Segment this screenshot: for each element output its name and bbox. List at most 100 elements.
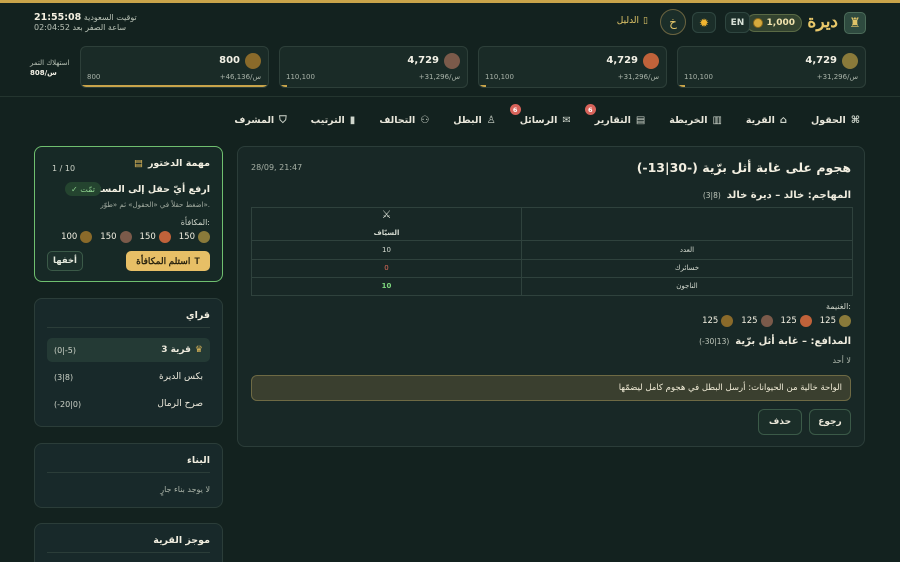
table-row: 10 العدد (251, 240, 853, 260)
villages-title: قراي (185, 310, 210, 321)
scroll-icon: ▤ (133, 158, 143, 169)
resource-amount: 4,729 (407, 55, 439, 66)
defender-line: المدافع: – غابة أثل برّية (-30|13) (699, 336, 851, 347)
resource-icon (119, 231, 132, 243)
avatar[interactable]: خ (660, 9, 686, 35)
resource-fill-bar (479, 85, 487, 87)
notification-badge: 6 (509, 104, 521, 115)
mission-progress-count: 1 / 10 (52, 164, 76, 173)
header: ♜ ديرة 1,000 EN ✹ خ الدليل ▯ 21:55:08 تو… (0, 3, 900, 41)
back-button[interactable]: رجوع (809, 409, 851, 435)
app-logo-text[interactable]: ديرة (807, 12, 838, 32)
castle-icon[interactable]: ♜ (844, 12, 866, 34)
nav-item-ranking[interactable]: ▮ الترتيب (311, 110, 356, 130)
resource-rate: +31,296/س (816, 73, 858, 81)
resource-rate: +46,136/س (219, 73, 261, 81)
nav-label: التقارير (594, 114, 631, 126)
nav-label: الرسائل (519, 114, 558, 126)
delete-button[interactable]: حذف (758, 409, 802, 435)
hide-mission-button[interactable]: أخفها (47, 251, 83, 271)
village-item[interactable]: (0|-5) ♛ قرية 3 (47, 338, 210, 362)
resource-card-dates[interactable]: 800 +46,136/س 800 (80, 46, 269, 88)
ranking-icon: ▮ (349, 114, 356, 126)
resource-icon (198, 231, 210, 243)
table-row: 10 الناجون (251, 276, 853, 297)
guide-label: الدليل (616, 16, 640, 26)
alliance-icon: ⚇ (420, 114, 430, 126)
mission-reward-label: المكافأة: (180, 218, 210, 227)
nav-item-fields[interactable]: ⌘ الحقول (811, 110, 860, 130)
clock-time: 21:55:08 (34, 12, 82, 23)
gold-balance[interactable]: 1,000 (745, 14, 802, 32)
nav-label: المشرف (234, 114, 275, 126)
building-panel: البناء لا يوجد بناء جارٍ (34, 443, 223, 508)
reward-item: 150 (100, 231, 132, 243)
loot-value: 125 (819, 316, 836, 326)
unit-header-cell: ⚔ السيّاف (251, 206, 522, 242)
mission-panel: ▤ مهمة الدختور 1 / 10 ارفع أيّ حقل إلى ا… (34, 146, 223, 282)
village-name-wrap: ♛ قرية 3 (161, 345, 203, 355)
unit-survivors-label: الناجون (521, 276, 853, 297)
building-empty-text: لا يوجد بناء جارٍ (160, 485, 210, 494)
panel-divider (47, 327, 210, 328)
nav-item-admin[interactable]: ⛉ المشرف (234, 110, 286, 130)
defender-label[interactable]: المدافع: – غابة أثل برّية (735, 336, 851, 347)
summary-title: موجز القرية (153, 535, 210, 546)
unit-losses-value: 0 (251, 258, 522, 278)
table-row: 0 خسائرك (251, 258, 853, 278)
server-clock: 21:55:08 توقيت السعودية ساعة الصفر بعد 0… (34, 12, 137, 32)
table-corner-cell (521, 206, 853, 242)
mission-title: ▤ مهمة الدختور (134, 158, 210, 169)
loot-item: 125 (820, 315, 851, 327)
unit-count-value: 10 (251, 240, 522, 260)
battle-report-panel: هجوم على غابة أثل برّية (-30|13-) 28/09,… (237, 146, 865, 447)
panel-divider (47, 552, 210, 553)
language-toggle-button[interactable]: EN (725, 12, 750, 33)
resource-card-iron[interactable]: 4,729 +31,296/س 110,100 (279, 46, 468, 88)
village-name: بكس الديرة (159, 372, 203, 382)
nav-item-map[interactable]: ▥ الخريطة (669, 110, 722, 130)
loot-value: 125 (741, 316, 758, 326)
villages-panel: قراي (0|-5) ♛ قرية 3 (3|8) بكس الديرة (-20|0)… (34, 298, 223, 427)
reward-value: 150 (100, 232, 117, 242)
reward-item: 150 (140, 231, 171, 243)
dates-consumption: استهلاك التمر 808/س (30, 58, 76, 78)
attacker-line: المهاجم: خالد – ديرة خالد (3|8) (703, 190, 851, 201)
village-name: صرح الرمال (157, 399, 203, 409)
resource-icon (760, 315, 773, 327)
nav-item-reports[interactable]: ▤ التقارير 6 (584, 104, 645, 130)
nav-label: الحقول (811, 114, 846, 126)
resource-capacity: 110,100 (485, 73, 514, 81)
resource-card-wood[interactable]: 4,729 +31,296/س 110,100 (677, 46, 866, 88)
notification-badge: 6 (584, 104, 596, 115)
mission-hint: اضغط حقلاً في «الحقول» ثم «طوّر». (100, 201, 210, 209)
village-item[interactable]: (-20|0) صرح الرمال (47, 392, 210, 416)
resource-rate: +31,296/س (418, 73, 460, 81)
unit-losses-label: خسائرك (521, 258, 853, 278)
loot-label: الغنيمة: (826, 302, 851, 311)
main-nav: ⌘ الحقول ⌂ القرية ▥ الخريطة ▤ التقارير 6 ✉ الرسائل… (234, 104, 860, 130)
resource-icon (158, 231, 171, 243)
theme-toggle-button[interactable]: ✹ (692, 12, 716, 33)
village-name: قرية 3 (161, 345, 191, 355)
loot-item: 125 (781, 315, 812, 327)
wood-icon (842, 53, 858, 69)
claim-reward-button[interactable]: استلم المكافأة T (126, 251, 210, 271)
nav-item-village[interactable]: ⌂ القرية (746, 110, 787, 130)
attacker-label[interactable]: المهاجم: خالد – ديرة خالد (727, 190, 851, 201)
gold-coin-icon (752, 18, 763, 28)
nav-item-hero[interactable]: ♙ البطل (453, 110, 495, 130)
nav-item-messages[interactable]: ✉ الرسائل 6 (509, 104, 571, 130)
resource-fill-bar (81, 85, 268, 87)
iron-icon (444, 53, 460, 69)
fields-icon: ⌘ (850, 114, 860, 126)
nav-label: التحالف (379, 114, 416, 126)
nav-item-alliance[interactable]: ⚇ التحالف (379, 110, 429, 130)
village-item[interactable]: (3|8) بكس الديرة (47, 365, 210, 389)
guide-link[interactable]: الدليل ▯ (617, 16, 648, 26)
mission-done-badge: ✓ تمّت (65, 182, 101, 196)
book-icon: ▯ (643, 16, 648, 26)
resource-amount: 800 (219, 55, 240, 66)
resource-card-clay[interactable]: 4,729 +31,296/س 110,100 (478, 46, 667, 88)
village-name-wrap: صرح الرمال (157, 399, 203, 409)
